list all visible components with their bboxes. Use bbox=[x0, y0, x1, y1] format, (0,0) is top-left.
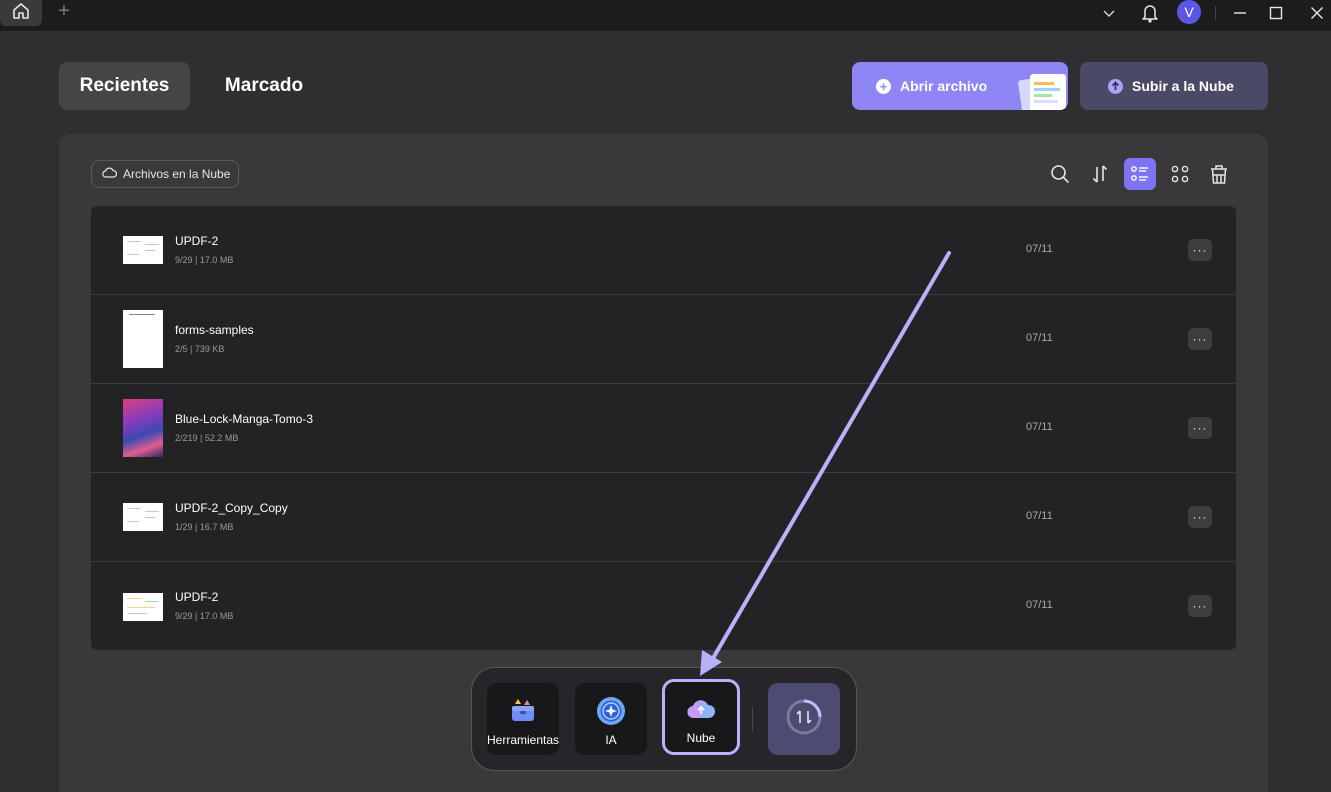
upload-arrow-icon bbox=[1108, 78, 1123, 94]
new-tab-button[interactable]: + bbox=[54, 1, 74, 22]
trash-icon[interactable] bbox=[1203, 158, 1235, 190]
dock-ia-button[interactable]: IA bbox=[575, 683, 647, 755]
open-file-label: Abrir archivo bbox=[900, 78, 988, 94]
file-name: UPDF-2_Copy_Copy bbox=[175, 501, 288, 515]
file-name: UPDF-2 bbox=[175, 234, 219, 248]
file-thumbnail bbox=[123, 236, 163, 264]
home-tab[interactable] bbox=[0, 0, 42, 26]
avatar[interactable]: V bbox=[1177, 0, 1201, 24]
open-file-button[interactable]: + Abrir archivo bbox=[852, 62, 1068, 110]
home-icon bbox=[12, 2, 30, 25]
file-row[interactable]: UPDF-2 9/29 | 17.0 MB 07/11 ··· bbox=[91, 562, 1236, 650]
dock-herramientas-button[interactable]: Herramientas bbox=[487, 683, 559, 755]
cloud-files-label: Archivos en la Nube bbox=[123, 167, 231, 181]
dock-herramientas-label: Herramientas bbox=[486, 733, 560, 747]
file-date: 07/11 bbox=[1026, 510, 1053, 522]
toolbox-icon bbox=[509, 697, 537, 725]
file-name: forms-samples bbox=[175, 323, 254, 337]
file-meta: 9/29 | 17.0 MB bbox=[175, 255, 234, 265]
divider bbox=[1215, 6, 1216, 20]
more-options-button[interactable]: ··· bbox=[1188, 328, 1212, 350]
list-view-icon[interactable] bbox=[1124, 158, 1156, 190]
maximize-icon[interactable] bbox=[1263, 0, 1289, 26]
cloud-icon bbox=[686, 695, 716, 723]
dock-ia-label: IA bbox=[605, 733, 617, 747]
dock-nube-label: Nube bbox=[686, 731, 716, 745]
sort-icon[interactable] bbox=[1084, 158, 1116, 190]
cloud-icon bbox=[102, 167, 118, 181]
tab-recientes[interactable]: Recientes bbox=[59, 62, 190, 110]
ai-assistant-icon bbox=[596, 697, 626, 725]
minimize-icon[interactable] bbox=[1227, 0, 1253, 26]
tab-marcado[interactable]: Marcado bbox=[205, 62, 323, 110]
search-icon[interactable] bbox=[1044, 158, 1076, 190]
more-options-button[interactable]: ··· bbox=[1188, 595, 1212, 617]
file-thumbnail bbox=[123, 310, 163, 368]
grid-view-icon[interactable] bbox=[1164, 158, 1196, 190]
file-date: 07/11 bbox=[1026, 332, 1053, 344]
file-row[interactable]: Blue-Lock-Manga-Tomo-3 2/219 | 52.2 MB 0… bbox=[91, 384, 1236, 473]
file-meta: 2/5 | 739 KB bbox=[175, 344, 225, 354]
file-list: UPDF-2 9/29 | 17.0 MB 07/11 ··· forms-sa… bbox=[91, 206, 1236, 650]
upload-cloud-button[interactable]: Subir a la Nube bbox=[1080, 62, 1268, 110]
file-name: Blue-Lock-Manga-Tomo-3 bbox=[175, 412, 314, 426]
chevron-down-icon[interactable] bbox=[1098, 0, 1120, 26]
close-icon[interactable] bbox=[1304, 0, 1330, 26]
file-row[interactable]: UPDF-2 9/29 | 17.0 MB 07/11 ··· bbox=[91, 206, 1236, 295]
file-meta: 2/219 | 52.2 MB bbox=[175, 433, 239, 443]
bell-icon[interactable] bbox=[1139, 0, 1161, 26]
file-meta: 1/29 | 16.7 MB bbox=[175, 522, 234, 532]
file-name: UPDF-2 bbox=[175, 590, 219, 604]
file-thumbnail bbox=[123, 399, 163, 457]
upload-cloud-label: Subir a la Nube bbox=[1132, 78, 1234, 94]
dock-divider bbox=[752, 707, 753, 731]
more-options-button[interactable]: ··· bbox=[1188, 506, 1212, 528]
dock-sync-button[interactable] bbox=[768, 683, 840, 755]
file-row[interactable]: UPDF-2_Copy_Copy 1/29 | 16.7 MB 07/11 ··… bbox=[91, 473, 1236, 562]
documents-illustration-icon bbox=[1012, 70, 1068, 110]
file-thumbnail bbox=[123, 503, 163, 531]
file-date: 07/11 bbox=[1026, 421, 1053, 433]
title-bar: + V bbox=[0, 0, 1331, 31]
sync-icon bbox=[784, 697, 824, 742]
more-options-button[interactable]: ··· bbox=[1188, 239, 1212, 261]
cloud-files-filter[interactable]: Archivos en la Nube bbox=[91, 160, 239, 188]
file-row[interactable]: forms-samples 2/5 | 739 KB 07/11 ··· bbox=[91, 295, 1236, 384]
more-options-button[interactable]: ··· bbox=[1188, 417, 1212, 439]
dock-nube-button[interactable]: Nube bbox=[662, 679, 740, 755]
file-date: 07/11 bbox=[1026, 599, 1053, 611]
plus-circle-icon: + bbox=[876, 78, 891, 94]
file-thumbnail bbox=[123, 592, 163, 621]
file-date: 07/11 bbox=[1026, 243, 1053, 255]
file-meta: 9/29 | 17.0 MB bbox=[175, 611, 234, 621]
